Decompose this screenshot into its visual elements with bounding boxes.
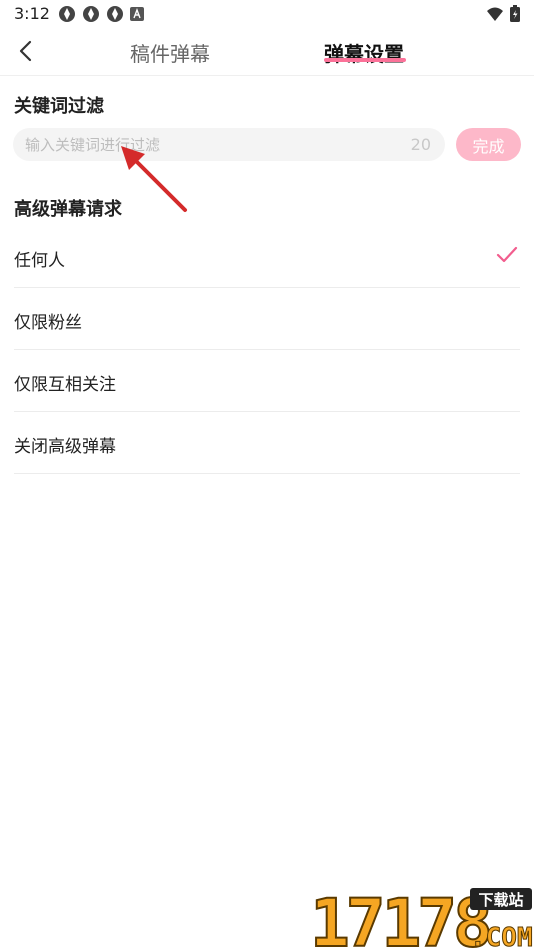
back-button[interactable] (10, 36, 40, 66)
notification-icon (107, 6, 123, 22)
watermark-logo: 17178 下载站 .COM (309, 886, 533, 950)
done-button[interactable]: 完成 (456, 128, 521, 161)
option-label: 关闭高级弹幕 (14, 437, 116, 457)
keyword-filter-title: 关键词过滤 (14, 96, 104, 117)
svg-text:.COM: .COM (470, 923, 533, 950)
char-count: 20 (410, 135, 431, 154)
notification-icon (59, 6, 75, 22)
status-notification-icons (58, 5, 144, 23)
wifi-icon (487, 7, 503, 21)
status-right-icons (486, 5, 520, 22)
keyword-input-box: 20 (13, 128, 445, 161)
option-fans-only[interactable]: 仅限粉丝 (14, 288, 520, 350)
option-close-advanced[interactable]: 关闭高级弹幕 (14, 412, 520, 474)
notification-icon (83, 6, 99, 22)
status-time: 3:12 (14, 4, 50, 23)
svg-text:下载站: 下载站 (478, 891, 523, 909)
option-label: 仅限粉丝 (14, 313, 82, 333)
battery-icon (510, 5, 520, 22)
back-arrow-icon (19, 40, 32, 62)
annotation-arrow-icon (121, 146, 187, 212)
tab-manuscript-danmaku[interactable]: 稿件弹幕 (130, 38, 210, 67)
option-mutual-follow[interactable]: 仅限互相关注 (14, 350, 520, 412)
advanced-option-list: 任何人 仅限粉丝 仅限互相关注 关闭高级弹幕 (0, 226, 534, 474)
active-tab-indicator (324, 58, 406, 62)
header: 稿件弹幕 弹幕设置 (0, 28, 534, 76)
check-icon (496, 246, 518, 263)
option-label: 任何人 (14, 251, 65, 271)
status-bar: 3:12 (0, 0, 534, 28)
tab-danmaku-settings[interactable]: 弹幕设置 (324, 38, 404, 67)
a-icon (130, 7, 144, 21)
option-label: 仅限互相关注 (14, 375, 116, 395)
keyword-input[interactable] (25, 128, 385, 161)
advanced-danmaku-title: 高级弹幕请求 (14, 199, 122, 220)
option-anyone[interactable]: 任何人 (14, 226, 520, 288)
svg-text:17178: 17178 (310, 886, 489, 950)
